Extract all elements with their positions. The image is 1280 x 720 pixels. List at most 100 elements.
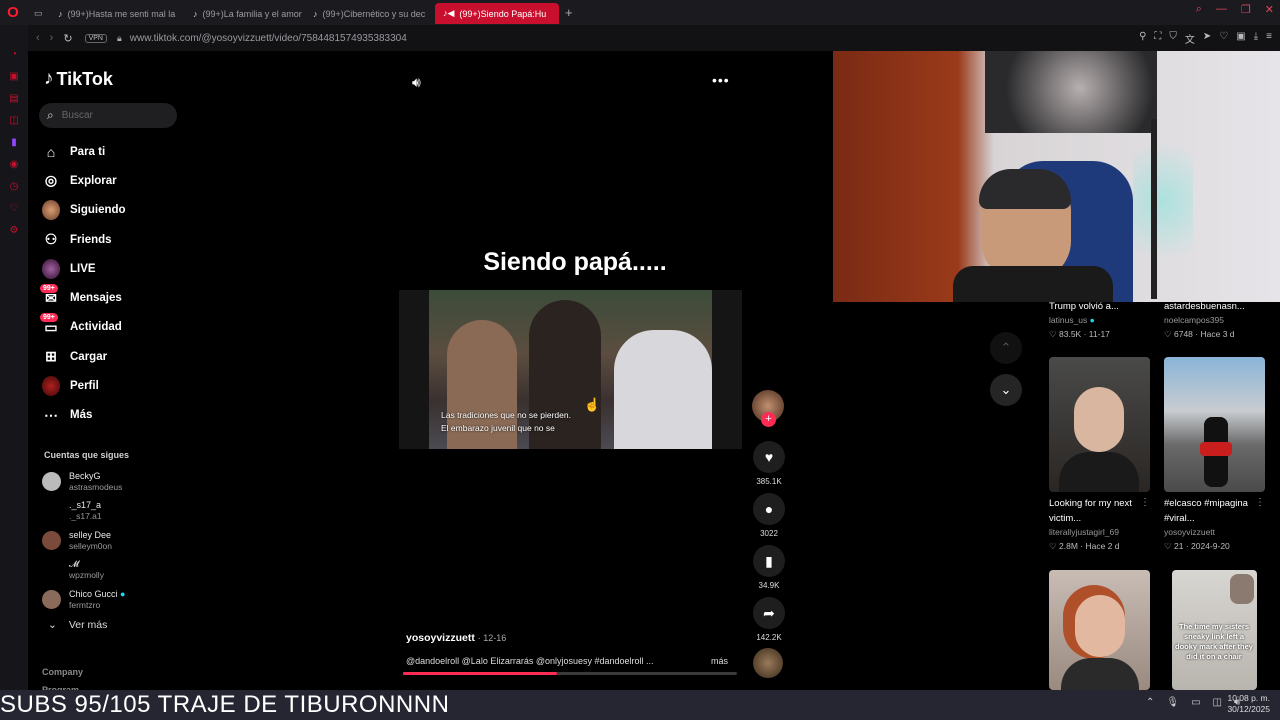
clock-icon[interactable]: ◷	[10, 181, 19, 193]
snapshot-icon[interactable]: ⛶	[1154, 31, 1161, 46]
mic-icon[interactable]: 🎙︎	[1166, 697, 1179, 708]
chevron-up-icon[interactable]: ⌃	[1146, 697, 1154, 708]
close-icon[interactable]: ✕	[1265, 3, 1274, 16]
rec-meta: ♡ 83.5K · 11-17	[1049, 327, 1150, 341]
save-button[interactable]: ▮ 34.9K	[751, 545, 787, 590]
following-item[interactable]: BeckyG astrasmodeus	[42, 467, 192, 497]
new-tab-button[interactable]: +	[565, 5, 573, 20]
menu-item-mensajes[interactable]: ✉ 99+ Mensajes	[40, 283, 192, 312]
following-item[interactable]: selley Dee selleym0on	[42, 526, 192, 556]
system-clock[interactable]: 10:08 p. m. 30/12/2025	[1226, 693, 1270, 715]
motorcycle-tank	[1200, 442, 1232, 456]
browser-tab-active[interactable]: ♪◀ (99+)Siendo Papá:Hu	[435, 3, 559, 24]
maximize-icon[interactable]: ❐	[1241, 3, 1251, 16]
mouse-cursor-icon: ☝	[584, 397, 601, 412]
rec-card[interactable]: #elcasco #mipagina #viral... yosoyvizzue…	[1164, 496, 1265, 553]
chevron-down-icon: ⌄	[1000, 382, 1012, 397]
rec-thumbnail[interactable]	[1049, 570, 1150, 690]
search-tabs-icon[interactable]: ⌕	[1196, 3, 1202, 16]
more-options-icon[interactable]: •••	[712, 72, 730, 88]
menu-item-siguiendo[interactable]: Siguiendo	[42, 196, 192, 225]
chevron-up-icon: ⌃	[1000, 340, 1012, 355]
menu-item-actividad[interactable]: ▭ 99+ Actividad	[40, 313, 192, 342]
following-item[interactable]: 𝓜wpzmolly	[42, 556, 192, 586]
body-figure	[1061, 658, 1139, 690]
stream-ticker: SUBS 95/105 TRAJE DE TIBURONNNN	[0, 691, 450, 718]
nav-buttons: ‹ › ↻	[36, 32, 73, 45]
logo-text: TikTok	[56, 68, 113, 89]
menu-item-explorar[interactable]: ◎ Explorar	[42, 166, 192, 195]
footer-link-company[interactable]: Company	[42, 663, 83, 681]
avatar	[42, 531, 61, 551]
url-field[interactable]: www.tiktok.com/@yosoyvizzuett/video/7584…	[130, 33, 407, 44]
browser-tab[interactable]: ♪ (99+)Hasta me senti mal la	[50, 3, 185, 24]
previous-video-button[interactable]: ⌃	[990, 332, 1022, 364]
twitch-icon[interactable]: ▮	[11, 137, 17, 149]
reload-icon[interactable]: ↻	[63, 32, 72, 45]
more-text-button[interactable]: más	[711, 656, 728, 666]
menu-item-live[interactable]: LIVE	[42, 254, 192, 283]
rec-card[interactable]: Trump volvió a... latinus_us ● ♡ 83.5K ·…	[1049, 299, 1150, 341]
display-icon[interactable]: ▭	[1191, 697, 1200, 708]
video-author[interactable]: yosoyvizzuett · 12-16	[406, 632, 506, 644]
vpn-badge[interactable]: VPN	[84, 33, 107, 43]
mail-icon[interactable]: ◫	[9, 115, 18, 127]
heart-icon[interactable]: ♡	[1219, 31, 1228, 46]
settings-icon[interactable]: ⚙	[10, 225, 19, 237]
music-disc-avatar[interactable]	[753, 648, 783, 678]
following-item[interactable]: Chico Gucci ● fermtzro	[42, 585, 192, 615]
streamer-cap	[979, 169, 1071, 209]
next-video-button[interactable]: ⌄	[990, 374, 1022, 406]
tiktok-logo[interactable]: ♪ TikTok	[44, 68, 113, 90]
history-icon[interactable]: ◔	[11, 49, 17, 61]
messenger-icon[interactable]: ▤	[9, 93, 18, 105]
bag-icon[interactable]: ▣	[9, 71, 18, 83]
follow-plus-icon[interactable]: +	[761, 412, 776, 427]
rec-thumbnail[interactable]	[1164, 357, 1265, 492]
menu-item-perfil[interactable]: Perfil	[42, 371, 192, 400]
opera-logo-icon[interactable]: O	[0, 0, 26, 25]
tab-title: (99+)Hasta me senti mal la	[67, 8, 176, 19]
send-icon[interactable]: ➤	[1203, 31, 1211, 46]
volume-icon[interactable]: 🔊︎	[412, 74, 421, 91]
rec-thumbnail[interactable]	[1049, 357, 1150, 492]
rec-title: Looking for my next victim...	[1049, 498, 1132, 524]
back-icon[interactable]: ‹	[36, 32, 40, 45]
browser-tab[interactable]: ♪ (99+)La familia y el amor	[185, 3, 305, 24]
heart-sidebar-icon[interactable]: ♡	[10, 203, 19, 215]
kebab-menu-icon[interactable]: ⋮	[1255, 497, 1265, 508]
wallet-icon[interactable]: ▣	[1236, 31, 1245, 46]
see-more-button[interactable]: ⌄ Ver más	[48, 619, 107, 631]
shield-icon[interactable]: ⛉	[1169, 31, 1177, 46]
following-user: astrasmodeus	[69, 481, 123, 492]
rec-title: Trump volvió a...	[1049, 301, 1119, 312]
pin-icon[interactable]: ⚲	[1139, 31, 1146, 46]
menu-item-para-ti[interactable]: ⌂ Para ti	[42, 137, 192, 166]
comment-button[interactable]: ● 3022	[751, 493, 787, 538]
rec-card[interactable]: Looking for my next victim... literallyj…	[1049, 496, 1150, 553]
video-progress-bar[interactable]	[403, 672, 737, 675]
rec-meta: ♡ 21 · 2024-9-20	[1164, 539, 1265, 553]
easy-setup-icon[interactable]: ≡	[1266, 31, 1272, 46]
minimize-icon[interactable]: —	[1216, 3, 1227, 16]
translate-icon[interactable]: 文	[1185, 31, 1195, 46]
menu-item-cargar[interactable]: ⊞ Cargar	[42, 342, 192, 371]
search-input[interactable]: ⌕ Buscar	[39, 103, 177, 128]
following-item[interactable]: ._s17_a ._s17.a1	[42, 497, 192, 527]
network-icon[interactable]: ◫	[1213, 697, 1222, 708]
forward-icon[interactable]: ›	[50, 32, 54, 45]
video-player[interactable]: Las tradiciones que no se pierden. El em…	[399, 290, 742, 449]
menu-item-friends[interactable]: ⚇ Friends	[42, 225, 192, 254]
tab-menu-icon[interactable]: ▭	[26, 3, 50, 24]
lock-icon[interactable]: 🔒︎	[117, 33, 122, 44]
like-button[interactable]: ♥ 385.1K	[751, 441, 787, 486]
browser-tab[interactable]: ♪ (99+)Cibernético y su dec	[305, 3, 435, 24]
share-button[interactable]: ➦ 142.2K	[751, 597, 787, 642]
rec-thumbnail[interactable]: The time my sisters sneaky link left a d…	[1172, 570, 1257, 690]
kebab-menu-icon[interactable]: ⋮	[1140, 497, 1150, 508]
player-icon[interactable]: ◉	[10, 159, 19, 171]
rec-card[interactable]: astardesbuenasn... noelcampos395 ♡ 6748 …	[1164, 299, 1265, 341]
download-icon[interactable]: ⤓	[1254, 31, 1258, 46]
menu-item-mas[interactable]: ⋯ Más	[42, 401, 192, 430]
face-figure	[1230, 574, 1254, 604]
